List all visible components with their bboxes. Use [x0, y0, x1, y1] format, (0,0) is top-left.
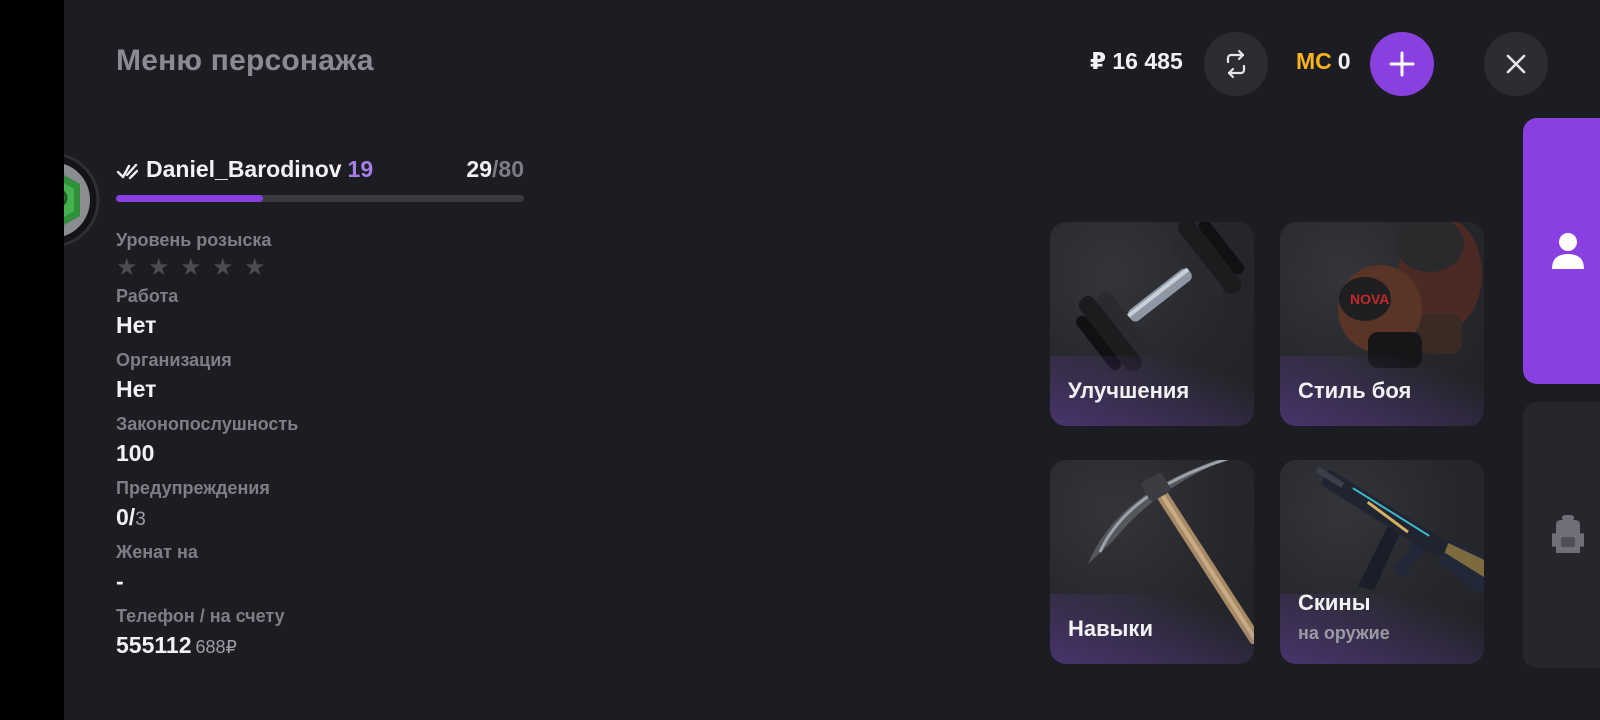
top-up-button[interactable] — [1370, 32, 1434, 96]
star-icon: ★ — [244, 254, 266, 281]
phone-number: 555112 — [116, 632, 192, 658]
person-icon — [1552, 233, 1584, 269]
left-black-strip — [0, 0, 64, 720]
plus-icon — [1389, 51, 1415, 77]
page-title: Меню персонажа — [116, 44, 374, 77]
warnings-value: 0/3 — [116, 500, 536, 540]
married-label: Женат на — [116, 542, 198, 562]
player-header: Daniel_Barodinov 19 29/80 — [116, 156, 524, 186]
character-menu: Меню персонажа ₽ 16 485 MC 0 Daniel_Baro… — [64, 0, 1600, 720]
wanted-label: Уровень розыска — [116, 230, 272, 250]
skins-label: Скины — [1298, 590, 1371, 615]
experience-counter: 29/80 — [466, 156, 524, 183]
tab-inventory[interactable] — [1523, 402, 1600, 668]
weapon-skins-tile[interactable]: Скины на оружие — [1280, 460, 1484, 664]
warnings-label: Предупреждения — [116, 478, 270, 498]
skills-tile[interactable]: Навыки — [1050, 460, 1254, 664]
upgrades-label: Улучшения — [1068, 378, 1190, 403]
star-icon: ★ — [180, 254, 202, 281]
player-name: Daniel_Barodinov 19 — [146, 156, 373, 183]
job-value: Нет — [116, 312, 157, 338]
fight-style-tile[interactable]: NOVA Стиль боя — [1280, 222, 1484, 426]
organization-value: Нет — [116, 376, 157, 402]
mc-label: MC — [1296, 48, 1332, 74]
player-level: 19 — [347, 156, 374, 182]
swap-currency-button[interactable] — [1204, 32, 1268, 96]
swap-arrows-icon — [1226, 49, 1246, 79]
boxing-gloves-icon: NOVA — [1338, 222, 1482, 368]
wanted-stars: ★ ★ ★ ★ ★ — [116, 252, 536, 284]
phone-balance: 688₽ — [195, 637, 237, 657]
married-value: - — [116, 568, 124, 594]
fight-style-label: Стиль боя — [1298, 378, 1412, 403]
tab-character[interactable] — [1523, 118, 1600, 384]
backpack-icon — [1552, 515, 1584, 553]
experience-bar-fill — [116, 195, 263, 202]
phone-value: 555112 688₽ — [116, 628, 536, 668]
mc-value: 0 — [1337, 48, 1351, 74]
job-label: Работа — [116, 286, 179, 306]
skins-sublabel: на оружие — [1298, 623, 1390, 643]
experience-bar — [116, 195, 524, 202]
warnings-count: 0/ — [116, 504, 136, 530]
close-button[interactable] — [1484, 32, 1548, 96]
skills-label: Навыки — [1068, 616, 1153, 641]
law-abidance-value: 100 — [116, 440, 155, 466]
phone-label: Телефон / на счету — [116, 606, 285, 626]
law-abidance-label: Законопослушность — [116, 414, 299, 434]
star-icon: ★ — [116, 254, 138, 281]
warnings-max: 3 — [135, 509, 146, 530]
organization-label: Организация — [116, 350, 232, 370]
mc-balance: MC 0 — [1296, 48, 1351, 75]
player-name-text: Daniel_Barodinov — [146, 156, 342, 182]
dumbbell-icon — [1075, 222, 1245, 372]
exp-current: 29 — [466, 156, 493, 182]
verified-check-icon — [116, 163, 138, 180]
money-balance: ₽ 16 485 — [1090, 48, 1183, 74]
svg-text:NOVA: NOVA — [1350, 291, 1389, 307]
upgrades-tile[interactable]: Улучшения — [1050, 222, 1254, 426]
exp-max: /80 — [492, 156, 524, 182]
avatar-badge-icon — [64, 154, 100, 246]
star-icon: ★ — [212, 254, 234, 281]
character-info: Уровень розыска ★ ★ ★ ★ ★ Работа Нет Организ… — [116, 228, 536, 668]
star-icon: ★ — [148, 254, 170, 281]
close-icon — [1506, 54, 1526, 74]
